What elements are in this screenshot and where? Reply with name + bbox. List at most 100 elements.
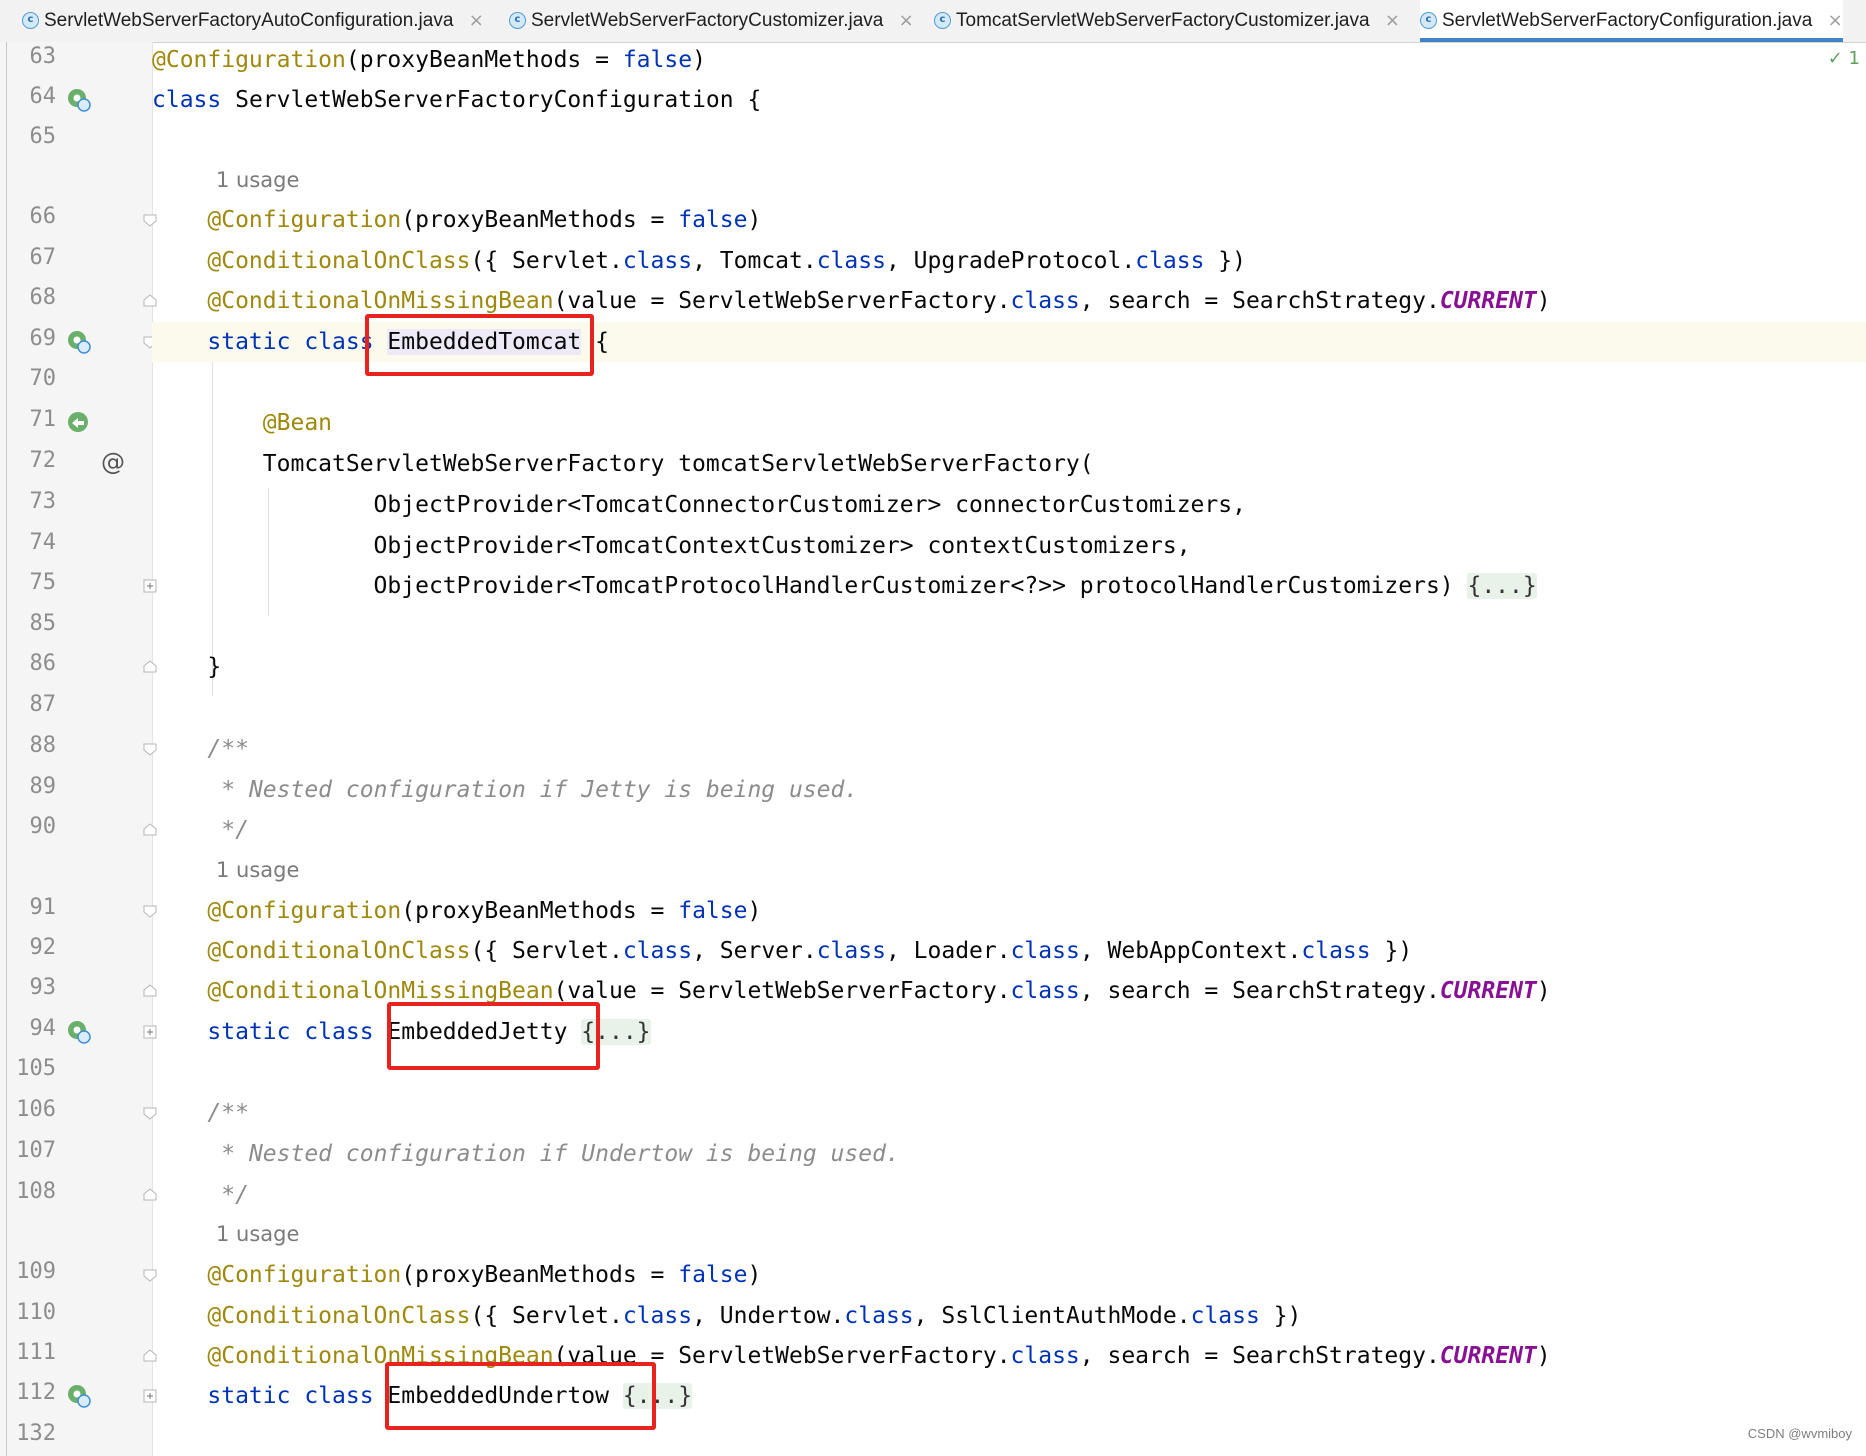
close-icon[interactable]: ×	[899, 10, 914, 31]
line-number[interactable]: 106	[8, 1097, 56, 1122]
line-number[interactable]: 92	[8, 935, 57, 960]
line-number[interactable]: 67	[8, 245, 57, 270]
code-line[interactable]: @ConditionalOnClass({ Servlet.class, Tom…	[152, 241, 1866, 281]
code-line[interactable]: @Configuration(proxyBeanMethods = false)	[152, 1255, 1866, 1295]
line-number[interactable]: 89	[8, 774, 57, 799]
line-number[interactable]: 90	[8, 814, 57, 839]
inspection-status[interactable]: ✓ 1	[1828, 48, 1860, 69]
line-number[interactable]: 65	[8, 124, 57, 149]
line-number[interactable]: 74	[8, 530, 57, 555]
code-token: false	[678, 898, 748, 924]
code-line[interactable]: @ConditionalOnClass({ Servlet.class, Und…	[152, 1296, 1866, 1336]
usage-hint[interactable]: 1 usage	[216, 850, 299, 890]
code-line[interactable]: * Nested configuration if Undertow is be…	[152, 1134, 1866, 1174]
line-number[interactable]: 72	[8, 448, 57, 473]
line-number[interactable]: 88	[8, 733, 57, 758]
code-line[interactable]: @Bean	[152, 403, 1866, 443]
code-line[interactable]: }	[152, 647, 1866, 687]
code-line[interactable]: @Configuration(proxyBeanMethods = false)	[152, 200, 1866, 240]
code-line-text: @ConditionalOnMissingBean(value = Servle…	[152, 281, 1550, 321]
line-number[interactable]: 71	[8, 407, 57, 432]
code-line[interactable]: * Nested configuration if Jetty is being…	[152, 770, 1866, 810]
highlight-box-embedded-undertow	[385, 1362, 656, 1430]
line-number[interactable]: 86	[8, 651, 57, 676]
usage-hint[interactable]: 1 usage	[216, 1214, 299, 1254]
code-token: )	[1536, 1343, 1551, 1369]
code-token: , search = SearchStrategy.	[1079, 288, 1440, 314]
code-token: (proxyBeanMethods =	[345, 47, 623, 73]
bean-gear-icon[interactable]	[66, 87, 92, 113]
line-number[interactable]: 110	[8, 1300, 56, 1325]
code-line-text: @Configuration(proxyBeanMethods = false)	[152, 1255, 761, 1295]
line-number[interactable]: 63	[8, 44, 57, 69]
code-line[interactable]: /**	[152, 1093, 1866, 1133]
line-number[interactable]: 85	[8, 611, 57, 636]
bean-gear-icon[interactable]	[66, 329, 92, 355]
code-token: @ConditionalOnMissingBean	[207, 288, 554, 314]
line-number[interactable]: 73	[8, 489, 57, 514]
code-line[interactable]: @Configuration(proxyBeanMethods = false)	[152, 40, 1866, 80]
code-line[interactable]: /**	[152, 729, 1866, 769]
at-icon[interactable]: @	[100, 448, 126, 476]
code-line[interactable]: @ConditionalOnClass({ Servlet.class, Ser…	[152, 931, 1866, 971]
line-number[interactable]: 112	[8, 1380, 56, 1405]
tab-autoconfiguration[interactable]: c ServletWebServerFactoryAutoConfigurati…	[22, 0, 484, 42]
bean-gear-icon[interactable]	[66, 1019, 92, 1045]
line-number[interactable]: 64	[8, 84, 57, 109]
code-token: CURRENT	[1439, 978, 1537, 1004]
code-token: class	[622, 938, 693, 964]
code-line[interactable]: ObjectProvider<TomcatProtocolHandlerCust…	[152, 566, 1866, 606]
line-number[interactable]: 105	[8, 1056, 56, 1081]
line-number[interactable]: 107	[8, 1138, 56, 1163]
close-icon[interactable]: ×	[469, 10, 484, 31]
line-number[interactable]: 93	[8, 975, 57, 1000]
tab-tomcat-customizer[interactable]: c TomcatServletWebServerFactoryCustomize…	[934, 0, 1400, 42]
code-token: class	[816, 938, 886, 964]
folded-code-block[interactable]: {...}	[1467, 573, 1537, 599]
code-token: class	[622, 248, 693, 274]
line-number[interactable]: 66	[8, 204, 57, 229]
line-number[interactable]: 108	[8, 1179, 56, 1204]
code-token: (proxyBeanMethods =	[401, 898, 679, 924]
line-number[interactable]: 91	[8, 895, 57, 920]
line-number[interactable]: 70	[8, 366, 57, 391]
code-token: * Nested configuration if Undertow is be…	[221, 1141, 900, 1167]
code-token: class	[1301, 938, 1371, 964]
code-token: class	[1010, 978, 1080, 1004]
code-line[interactable]: ObjectProvider<TomcatConnectorCustomizer…	[152, 485, 1866, 525]
line-number[interactable]: 87	[8, 692, 57, 717]
line-number[interactable]: 94	[8, 1016, 57, 1041]
line-number[interactable]: 111	[8, 1340, 56, 1365]
close-icon[interactable]: ×	[1385, 10, 1400, 31]
code-line[interactable]: ObjectProvider<TomcatContextCustomizer> …	[152, 526, 1866, 566]
code-token: @Configuration	[207, 1262, 402, 1288]
tab-factory-configuration[interactable]: c ServletWebServerFactoryConfiguration.j…	[1420, 0, 1843, 42]
line-number[interactable]: 109	[8, 1259, 56, 1284]
code-line[interactable]: TomcatServletWebServerFactory tomcatServ…	[152, 444, 1866, 484]
code-line[interactable]: */	[152, 1175, 1866, 1215]
code-line[interactable]: @Configuration(proxyBeanMethods = false)	[152, 891, 1866, 931]
close-icon[interactable]: ×	[1828, 10, 1843, 31]
line-number[interactable]: 69	[8, 326, 57, 351]
bean-gear-icon[interactable]	[66, 1383, 92, 1409]
code-token: })	[1370, 938, 1413, 964]
override-bean-icon[interactable]	[66, 410, 92, 436]
code-line[interactable]	[152, 120, 1866, 160]
code-area[interactable]: 1 usage 1 usage 1 usage @Configuration(prox…	[152, 42, 1866, 1456]
code-line-text: */	[152, 810, 249, 850]
code-line-text: class ServletWebServerFactoryConfigurati…	[152, 80, 761, 120]
code-line[interactable]	[152, 607, 1866, 647]
line-number[interactable]: 132	[8, 1421, 56, 1446]
line-number[interactable]: 68	[8, 285, 57, 310]
tab-factory-customizer[interactable]: c ServletWebServerFactoryCustomizer.java…	[509, 0, 914, 42]
usage-hint[interactable]: 1 usage	[216, 160, 299, 200]
code-line[interactable]: */	[152, 810, 1866, 850]
code-line[interactable]	[152, 688, 1866, 728]
line-number[interactable]: 75	[8, 570, 57, 595]
code-line[interactable]: class ServletWebServerFactoryConfigurati…	[152, 80, 1866, 120]
